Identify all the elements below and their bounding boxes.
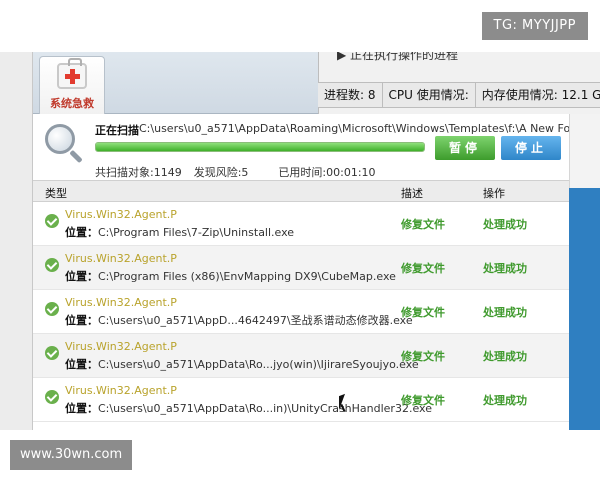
header-description: 描述 [401,187,423,200]
table-row[interactable]: Virus.Win32.Agent.P 位置：C:\Program Files … [33,246,569,290]
file-location: 位置：C:\Program Files\7-Zip\Uninstall.exe [65,224,294,240]
check-icon [45,346,59,360]
status-bar: 进程数: 8 CPU 使用情况: 内存使用情况: 12.1 G [318,82,600,108]
row-action: 处理成功 [483,218,527,231]
check-icon [45,302,59,316]
side-panel-blue [569,188,600,430]
first-aid-kit-icon [57,58,87,89]
scan-panel: 正在扫描 C:\users\u0_a571\AppData\Roaming\Mi… [33,114,569,180]
row-description: 修复文件 [401,262,445,275]
row-description: 修复文件 [401,394,445,407]
location-prefix: 位置： [65,358,98,371]
location-prefix: 位置： [65,402,98,415]
tab-system-rescue[interactable]: 系统急救 [39,56,105,114]
location-prefix: 位置： [65,226,98,239]
elapsed-time: 已用时间:00:01:10 [278,166,376,179]
results-table: Virus.Win32.Agent.P 位置：C:\Program Files\… [33,202,569,430]
location-path: C:\Program Files (x86)\EnvMapping DX9\Cu… [98,270,396,283]
watermark-tg: TG: MYYJJPP [481,12,588,40]
left-edge [0,52,32,430]
virus-name: Virus.Win32.Agent.P [65,296,177,309]
memory-usage: 内存使用情况: 12.1 G [476,83,600,107]
location-prefix: 位置： [65,314,98,327]
scan-stats: 共扫描对象:1149 发现风险:5 已用时间:00:01:10 [95,164,376,180]
table-row[interactable]: Virus.Win32.Agent.P 位置：C:\Program Files\… [33,202,569,246]
row-action: 处理成功 [483,394,527,407]
file-location: 位置：C:\users\u0_a571\AppD...4642497\圣战系谱动… [65,312,413,328]
watermark-site: www.30wn.com [10,440,133,470]
row-description: 修复文件 [401,350,445,363]
location-path: C:\Program Files\7-Zip\Uninstall.exe [98,226,295,239]
location-prefix: 位置： [65,270,98,283]
scan-status-label: 正在扫描 [95,124,139,137]
table-row[interactable]: Virus.Win32.Agent.P 位置：C:\users\u0_a571\… [33,290,569,334]
stop-button[interactable]: 停止 [501,136,561,160]
location-path: C:\users\u0_a571\AppD...4642497\圣战系谱动态修改… [98,314,413,327]
process-count: 进程数: 8 [318,83,383,107]
check-icon [45,390,59,404]
scan-path: C:\users\u0_a571\AppData\Roaming\Microso… [139,122,569,135]
file-location: 位置：C:\users\u0_a571\AppData\Ro...in)\Uni… [65,400,432,416]
header-type: 类型 [45,187,67,200]
scanned-count: 共扫描对象:1149 [95,166,182,179]
scan-progress-bar [95,142,425,152]
file-location: 位置：C:\Program Files (x86)\EnvMapping DX9… [65,268,396,284]
row-action: 处理成功 [483,306,527,319]
table-row[interactable]: Virus.Win32.Agent.P 位置：C:\users\u0_a571\… [33,378,569,422]
virus-name: Virus.Win32.Agent.P [65,252,177,265]
cpu-usage: CPU 使用情况: [383,83,476,107]
row-action: 处理成功 [483,350,527,363]
check-icon [45,214,59,228]
row-description: 修复文件 [401,218,445,231]
process-text: ▶ 正在执行操作的进程 [337,52,459,62]
header-action: 操作 [483,187,505,200]
scan-progress-fill [96,143,424,151]
row-description: 修复文件 [401,306,445,319]
results-table-header: 类型 描述 操作 [33,180,569,202]
location-path: C:\users\u0_a571\AppData\Ro...in)\UnityC… [98,402,432,415]
magnifier-icon [45,124,75,154]
file-location: 位置：C:\users\u0_a571\AppData\Ro...jyo(win… [65,356,419,372]
tab-label: 系统急救 [50,97,94,110]
pause-button[interactable]: 暂停 [435,136,495,160]
virus-name: Virus.Win32.Agent.P [65,340,177,353]
side-panel-top [569,114,600,188]
row-action: 处理成功 [483,262,527,275]
antivirus-window: 系统急救 ▶ 正在执行操作的进程 进程数: 8 CPU 使用情况: 内存使用情况… [32,52,600,430]
magnifier-handle [69,149,83,164]
virus-name: Virus.Win32.Agent.P [65,384,177,397]
check-icon [45,258,59,272]
virus-name: Virus.Win32.Agent.P [65,208,177,221]
table-row[interactable]: Virus.Win32.Agent.P 位置：C:\users\u0_a571\… [33,334,569,378]
risk-count: 发现风险:5 [193,166,249,179]
location-path: C:\users\u0_a571\AppData\Ro...jyo(win)\I… [98,358,419,371]
